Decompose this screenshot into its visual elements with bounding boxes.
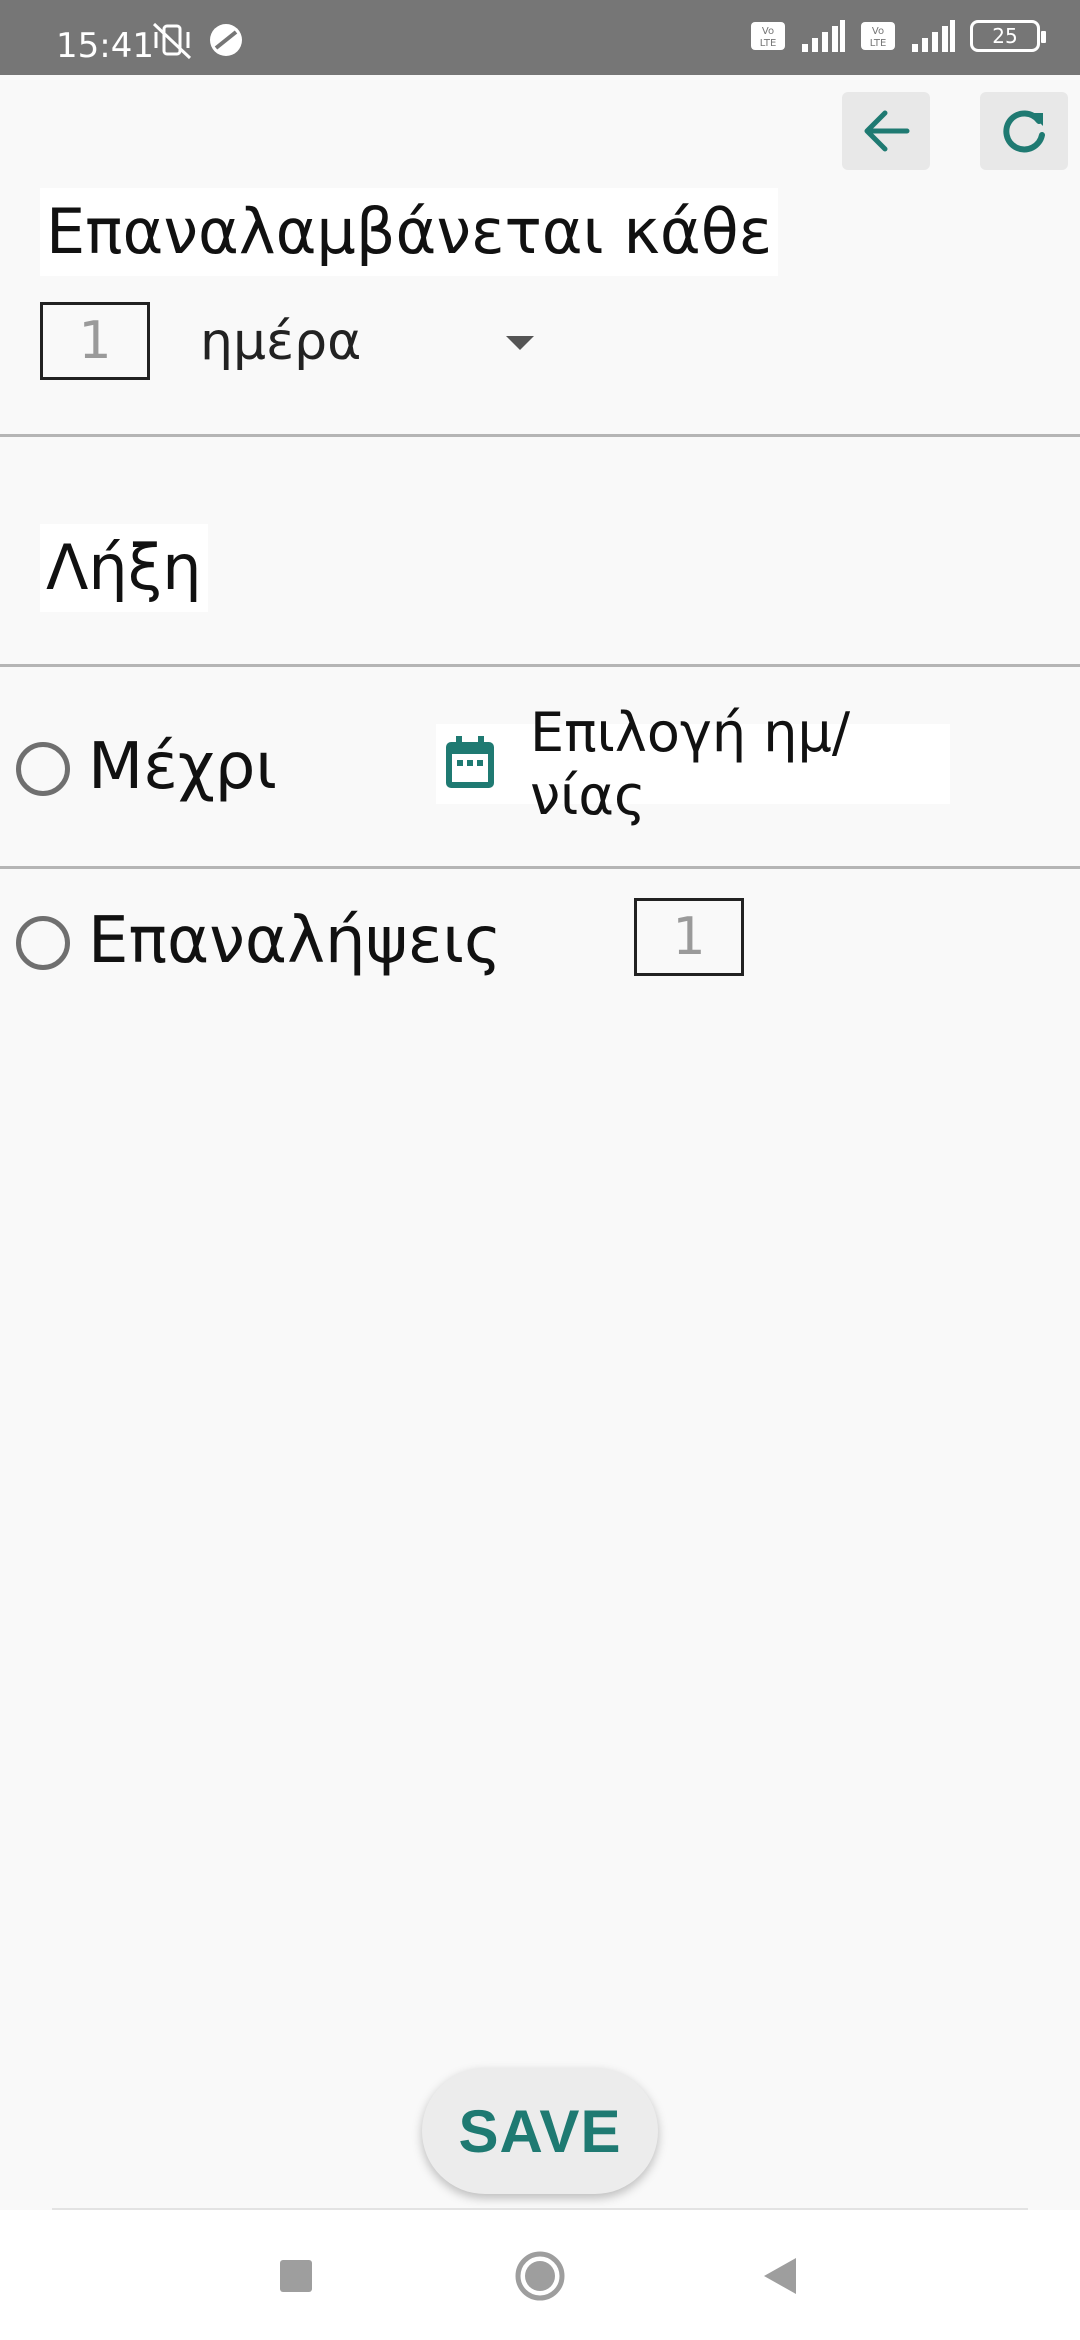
repetitions-label: Επαναλήψεις	[88, 904, 502, 978]
battery-icon: 25	[970, 20, 1046, 52]
square-icon	[280, 2260, 312, 2292]
repetitions-input[interactable]: 1	[634, 898, 744, 976]
unit-dropdown[interactable]: ημέρα	[190, 300, 550, 384]
volte-icon: Vo LTE	[751, 22, 785, 50]
status-time: 15:41	[56, 26, 154, 66]
repeat-title: Επαναλαμβάνεται κάθε	[40, 188, 779, 276]
refresh-icon	[1003, 110, 1045, 153]
date-picker-label: Επιλογή ημ/νίας	[530, 701, 851, 827]
svg-text:Vo: Vo	[762, 26, 774, 37]
home-circle-icon	[515, 2251, 565, 2301]
svg-text:Vo: Vo	[872, 26, 884, 37]
battery-level: 25	[992, 24, 1018, 48]
volte-icon: Vo LTE	[861, 22, 895, 50]
status-right-group: Vo LTE Vo LTE 25	[750, 20, 1046, 52]
save-button[interactable]: SAVE	[422, 2068, 658, 2194]
repetitions-radio[interactable]	[16, 916, 70, 970]
unit-dropdown-value: ημέρα	[200, 312, 362, 372]
signal-icon	[912, 20, 955, 52]
date-picker-button[interactable]: Επιλογή ημ/νίας	[436, 701, 950, 827]
back-nav-button[interactable]	[762, 2256, 798, 2301]
svg-text:LTE: LTE	[760, 38, 777, 49]
divider	[0, 664, 1080, 667]
end-title: Λήξη	[40, 524, 208, 612]
interval-input[interactable]: 1	[40, 302, 150, 380]
chevron-down-icon	[506, 336, 534, 350]
triangle-back-icon	[764, 2258, 796, 2294]
arrow-left-icon	[864, 110, 910, 152]
until-label: Μέχρι	[88, 730, 278, 804]
until-radio[interactable]	[16, 742, 70, 796]
home-button[interactable]	[514, 2250, 566, 2307]
recents-button[interactable]	[278, 2258, 314, 2299]
vibrate-off-icon	[150, 20, 194, 65]
refresh-button[interactable]	[980, 92, 1068, 170]
back-button[interactable]	[842, 92, 930, 170]
calendar-icon	[446, 736, 494, 788]
status-bar: 15:41 Vo LTE Vo LTE 25	[0, 0, 1080, 75]
svg-text:LTE: LTE	[870, 38, 887, 49]
divider	[0, 434, 1080, 437]
signal-icon	[802, 20, 845, 52]
divider	[0, 866, 1080, 869]
sync-icon	[206, 20, 246, 65]
